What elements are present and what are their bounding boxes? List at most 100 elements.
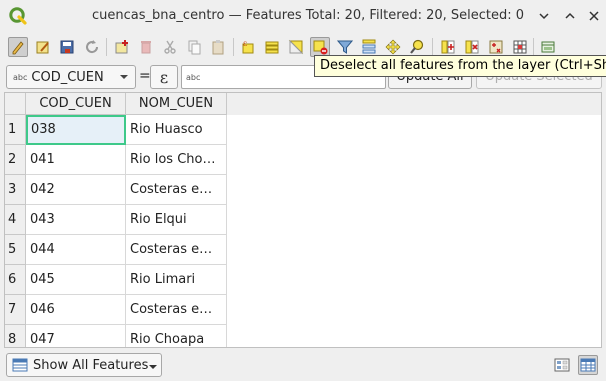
show-features-label: Show All Features — [33, 357, 149, 373]
delete-field-icon — [465, 40, 479, 54]
text-type-icon: abc — [13, 72, 28, 82]
table-row[interactable]: 8 047 Rio Choapa — [5, 325, 227, 347]
table-row[interactable]: 4 043 Rio Elqui — [5, 205, 227, 235]
cut-icon — [164, 40, 176, 54]
cell-cod-cuen[interactable]: 042 — [26, 175, 126, 205]
row-number[interactable]: 3 — [5, 175, 26, 205]
toggle-multi-edit-button[interactable] — [33, 37, 53, 57]
close-icon — [589, 11, 599, 21]
cell-nom-cuen[interactable]: Rio Choapa — [126, 325, 227, 347]
toggle-editing-button[interactable] — [8, 37, 28, 57]
reload-button[interactable] — [82, 37, 102, 57]
new-field-button[interactable] — [438, 37, 458, 57]
column-header-nom-cuen[interactable]: NOM_CUEN — [126, 93, 227, 115]
cell-nom-cuen[interactable]: Costeras e… — [126, 235, 227, 265]
cell-cod-cuen[interactable]: 038 — [26, 115, 126, 145]
minimize-button[interactable] — [535, 7, 553, 25]
table-row[interactable]: 7 046 Costeras e… — [5, 295, 227, 325]
table-row[interactable]: 5 044 Costeras e… — [5, 235, 227, 265]
field-calculator-button[interactable] — [486, 37, 506, 57]
table-row[interactable]: 2 041 Rio los Cho… — [5, 145, 227, 175]
row-number[interactable]: 2 — [5, 145, 26, 175]
conditional-formatting-button[interactable] — [510, 37, 530, 57]
chevron-down-icon — [149, 365, 157, 369]
expression-builder-button[interactable]: ε — [150, 65, 178, 89]
cell-cod-cuen[interactable]: 043 — [26, 205, 126, 235]
table-row[interactable]: 1 038 Rio Huasco — [5, 115, 227, 145]
column-header-cod-cuen[interactable]: COD_CUEN — [26, 93, 126, 115]
paste-button[interactable] — [208, 37, 228, 57]
minimize-icon — [539, 13, 549, 20]
add-feature-button[interactable] — [112, 37, 132, 57]
cell-cod-cuen[interactable]: 044 — [26, 235, 126, 265]
toggle-editing-icon — [12, 41, 24, 55]
table-filter-icon — [12, 358, 28, 372]
field-selector[interactable]: abc COD_CUEN — [6, 65, 136, 89]
filter-icon — [337, 40, 353, 54]
zoom-to-selected-icon — [410, 39, 424, 54]
copy-icon — [188, 40, 201, 55]
text-type-icon: abc — [186, 72, 201, 82]
title-bar: cuencas_bna_centro — Features Total: 20,… — [0, 0, 606, 32]
cell-nom-cuen[interactable]: Costeras e… — [126, 175, 227, 205]
select-by-expression-button[interactable]: ε — [238, 37, 258, 57]
select-all-button[interactable] — [262, 37, 282, 57]
chevron-down-icon — [120, 75, 128, 79]
maximize-button[interactable] — [561, 7, 579, 25]
cell-nom-cuen[interactable]: Rio los Cho… — [126, 145, 227, 175]
conditional-formatting-icon — [513, 40, 527, 54]
copy-button[interactable] — [184, 37, 204, 57]
row-number[interactable]: 5 — [5, 235, 26, 265]
zoom-to-selected-button[interactable] — [407, 37, 427, 57]
row-number[interactable]: 1 — [5, 115, 26, 145]
attribute-table[interactable]: COD_CUEN NOM_CUEN 1 038 Rio Huasco 2 041… — [4, 92, 602, 348]
dock-table-button[interactable] — [538, 37, 558, 57]
form-view-icon — [554, 358, 570, 372]
pan-to-selected-icon — [385, 39, 401, 55]
row-number[interactable]: 6 — [5, 265, 26, 295]
deselect-all-button[interactable] — [310, 37, 330, 57]
close-button[interactable] — [585, 7, 603, 25]
delete-features-button[interactable] — [136, 37, 156, 57]
row-number[interactable]: 4 — [5, 205, 26, 235]
selected-field: COD_CUEN — [31, 69, 104, 85]
deselect-all-icon — [313, 40, 328, 55]
paste-icon — [212, 40, 224, 55]
show-features-dropdown[interactable]: Show All Features — [6, 353, 162, 377]
delete-field-button[interactable] — [462, 37, 482, 57]
cut-button[interactable] — [160, 37, 180, 57]
cell-cod-cuen[interactable]: 046 — [26, 295, 126, 325]
equals-label: = — [139, 68, 151, 84]
reload-icon — [86, 40, 99, 54]
cell-nom-cuen[interactable]: Rio Huasco — [126, 115, 227, 145]
cell-cod-cuen[interactable]: 047 — [26, 325, 126, 347]
field-calculator-icon — [489, 40, 503, 54]
pan-to-selected-button[interactable] — [383, 37, 403, 57]
invert-selection-button[interactable] — [286, 37, 306, 57]
save-edits-button[interactable] — [57, 37, 77, 57]
tooltip: Deselect all features from the layer (Ct… — [314, 55, 606, 77]
row-number[interactable]: 8 — [5, 325, 26, 347]
cell-cod-cuen[interactable]: 041 — [26, 145, 126, 175]
cell-nom-cuen[interactable]: Rio Elqui — [126, 205, 227, 235]
cell-nom-cuen[interactable]: Rio Limari — [126, 265, 227, 295]
table-row[interactable]: 3 042 Costeras e… — [5, 175, 227, 205]
filter-button[interactable] — [335, 37, 355, 57]
table-view-button[interactable] — [578, 355, 598, 375]
dock-table-icon — [541, 41, 555, 53]
save-edits-icon — [60, 40, 74, 54]
move-selection-top-icon — [362, 39, 376, 54]
move-selection-top-button[interactable] — [359, 37, 379, 57]
maximize-icon — [565, 12, 575, 19]
select-all-icon — [265, 41, 279, 54]
cell-cod-cuen[interactable]: 045 — [26, 265, 126, 295]
table-row[interactable]: 6 045 Rio Limari — [5, 265, 227, 295]
form-view-button[interactable] — [552, 355, 572, 375]
select-by-expression-icon: ε — [242, 39, 254, 54]
cell-nom-cuen[interactable]: Costeras e… — [126, 295, 227, 325]
table-view-icon — [580, 358, 596, 372]
bottom-bar: Show All Features — [0, 350, 606, 381]
row-number[interactable]: 7 — [5, 295, 26, 325]
select-all-corner[interactable] — [5, 93, 26, 115]
new-field-icon — [441, 40, 455, 54]
